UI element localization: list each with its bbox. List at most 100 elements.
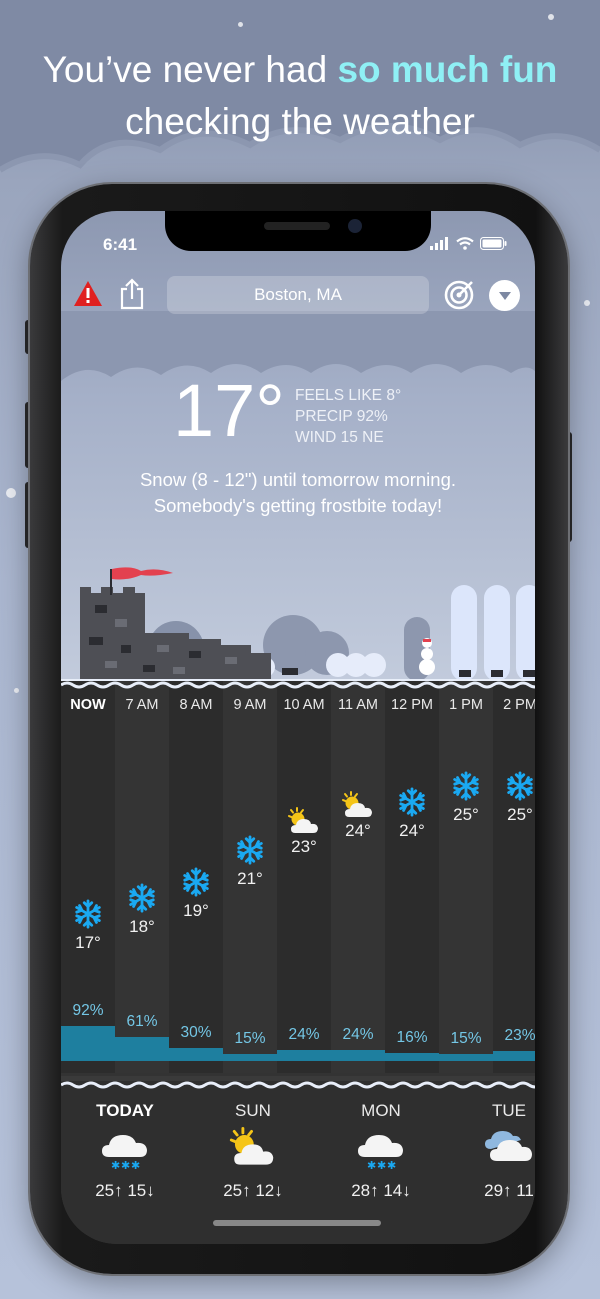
day-column[interactable]: TUE 29↑ 11 xyxy=(445,1081,535,1221)
hour-temperature: 25° xyxy=(453,805,479,824)
hour-temperature: 24° xyxy=(399,821,425,840)
precip-bar xyxy=(223,1053,277,1061)
snowflake-icon xyxy=(223,835,277,869)
hour-column[interactable]: 1 PM 25° 15% xyxy=(439,681,493,1073)
day-name: TODAY xyxy=(96,1101,154,1120)
dropdown-menu-button[interactable] xyxy=(489,280,520,311)
hour-temperature: 21° xyxy=(237,869,263,888)
hour-column[interactable]: 2 PM 25° 23% xyxy=(493,681,535,1073)
hour-temperature: 17° xyxy=(75,933,101,952)
hour-label: 1 PM xyxy=(449,697,483,713)
precip-percent: 24% xyxy=(288,1026,320,1044)
wind: WIND 15 NE xyxy=(295,429,384,446)
top-bar: Boston, MA xyxy=(61,275,535,319)
hour-temperature: 23° xyxy=(291,837,317,856)
partly-sunny-icon xyxy=(277,807,331,839)
headline-text: You’ve never had xyxy=(42,49,338,90)
snow-cloud-icon: ✱ ✱ ✱ xyxy=(317,1127,445,1175)
snowflake-icon xyxy=(115,883,169,917)
hour-temperature: 19° xyxy=(183,901,209,920)
day-name: TUE xyxy=(492,1101,526,1120)
snow-particle xyxy=(548,14,554,20)
snowflake-icon xyxy=(169,867,223,901)
precip-bar xyxy=(439,1053,493,1061)
weather-summary: Snow (8 - 12") until tomorrow morning. S… xyxy=(61,467,535,519)
cloud-icon xyxy=(445,1127,535,1171)
precip-bar xyxy=(331,1050,385,1061)
notch xyxy=(165,211,431,251)
hour-label: 11 AM xyxy=(337,697,379,713)
wavy-divider xyxy=(61,1081,535,1089)
share-icon[interactable] xyxy=(119,278,145,310)
current-temperature: 17° xyxy=(173,369,285,452)
hour-label: 8 AM xyxy=(179,697,213,713)
summary-line-1: Snow (8 - 12") until tomorrow morning. xyxy=(139,469,457,490)
battery-icon xyxy=(480,237,507,250)
day-column[interactable]: MON ✱ ✱ ✱ 28↑ 14↓ xyxy=(317,1081,445,1221)
hour-column[interactable]: 11 AM 24° 24% xyxy=(331,681,385,1073)
headline-line2: checking the weather xyxy=(125,101,475,142)
speaker xyxy=(264,222,330,230)
snow-particle xyxy=(6,488,16,498)
current-conditions: FEELS LIKE 8° PRECIP 92% WIND 15 NE xyxy=(295,385,401,448)
home-indicator[interactable] xyxy=(213,1220,381,1226)
day-temp-range: 29↑ 11 xyxy=(484,1181,534,1200)
hour-column[interactable]: NOW 17° 92% xyxy=(61,681,115,1073)
hour-label: 7 AM xyxy=(125,697,159,713)
svg-text:✱: ✱ xyxy=(367,1159,376,1171)
headline: You’ve never had so much fun checking th… xyxy=(0,44,600,148)
snowflake-icon xyxy=(385,787,439,821)
svg-text:✱: ✱ xyxy=(377,1159,386,1171)
headline-highlight: so much fun xyxy=(337,49,558,90)
day-name: MON xyxy=(361,1101,401,1120)
precip-percent: 15% xyxy=(450,1029,482,1047)
day-temp-range: 25↑ 15↓ xyxy=(95,1181,155,1200)
phone-frame: 6:41 Boston, MA 17° FEELS LIKE 8° PRECIP… xyxy=(30,184,568,1274)
precip-percent: 16% xyxy=(396,1029,428,1047)
day-column[interactable]: SUN 25↑ 12↓ xyxy=(189,1081,317,1221)
hour-column[interactable]: 8 AM 19° 30% xyxy=(169,681,223,1073)
precip-chance: PRECIP 92% xyxy=(295,408,388,425)
snowflake-icon xyxy=(439,771,493,805)
precip-bar xyxy=(277,1050,331,1061)
snowflake-icon xyxy=(493,771,535,805)
precip-percent: 24% xyxy=(342,1026,374,1044)
precip-percent: 92% xyxy=(72,1001,104,1019)
precip-bar xyxy=(169,1048,223,1061)
day-column[interactable]: TODAY ✱ ✱ ✱ 25↑ 15↓ xyxy=(61,1081,189,1221)
partly-sunny-icon xyxy=(331,791,385,823)
sun-cloud-icon xyxy=(189,1127,317,1172)
hour-label: 9 AM xyxy=(233,697,267,713)
hour-temperature: 25° xyxy=(507,805,533,824)
day-name: SUN xyxy=(235,1101,271,1120)
precip-percent: 61% xyxy=(126,1013,158,1031)
status-icons xyxy=(430,237,507,250)
snowy-scene xyxy=(61,567,535,681)
wavy-divider xyxy=(61,681,535,689)
hour-label: 10 AM xyxy=(283,697,325,713)
hourly-forecast[interactable]: NOW 17° 92% 7 AM 18° 61% 8 AM 19° 30% 9 AM 21°… xyxy=(61,681,535,1076)
precip-percent: 15% xyxy=(234,1029,266,1047)
precip-bar xyxy=(61,1025,115,1061)
snow-cloud-icon: ✱ ✱ ✱ xyxy=(61,1127,189,1175)
day-temp-range: 28↑ 14↓ xyxy=(351,1181,411,1200)
hour-column[interactable]: 9 AM 21° 15% xyxy=(223,681,277,1073)
app-screen: 6:41 Boston, MA 17° FEELS LIKE 8° PRECIP… xyxy=(61,211,535,1244)
precip-percent: 30% xyxy=(180,1024,212,1042)
hour-column[interactable]: 10 AM 23° 24% xyxy=(277,681,331,1073)
status-time: 6:41 xyxy=(103,235,138,254)
snowflake-icon xyxy=(61,899,115,933)
snow-particle xyxy=(584,300,590,306)
hour-temperature: 24° xyxy=(345,821,371,840)
feels-like: FEELS LIKE 8° xyxy=(295,387,402,404)
front-camera xyxy=(348,219,362,233)
location-field[interactable]: Boston, MA xyxy=(167,276,429,314)
signal-icon xyxy=(430,237,448,250)
alert-icon[interactable] xyxy=(73,280,103,308)
day-temp-range: 25↑ 12↓ xyxy=(223,1181,283,1200)
hour-temperature: 18° xyxy=(129,917,155,936)
hour-column[interactable]: 7 AM 18° 61% xyxy=(115,681,169,1073)
hour-column[interactable]: 12 PM 24° 16% xyxy=(385,681,439,1073)
radar-icon[interactable] xyxy=(443,279,475,311)
hour-label: 12 PM xyxy=(391,697,433,713)
